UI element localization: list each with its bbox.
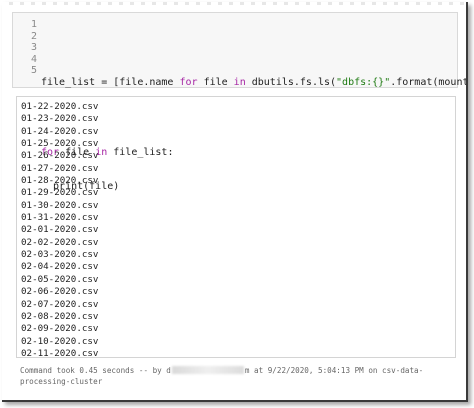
file-name-line: 02-06-2020.csv bbox=[21, 286, 99, 298]
torn-edge bbox=[2, 2, 466, 5]
file-name-line: 02-02-2020.csv bbox=[21, 236, 99, 248]
file-name-line: 02-07-2020.csv bbox=[21, 298, 99, 310]
command-status: Command took 0.45 seconds -- by dm at 9/… bbox=[20, 366, 460, 387]
file-name-line: 01-31-2020.csv bbox=[21, 212, 99, 224]
file-name-line: 02-04-2020.csv bbox=[21, 261, 99, 273]
file-name-line: 01-30-2020.csv bbox=[21, 199, 99, 211]
code-editor[interactable]: 1 2 3 4 5 ​ file_list = [file.name for f… bbox=[12, 12, 466, 192]
file-name-line: 02-05-2020.csv bbox=[21, 273, 99, 285]
file-name-line: 01-26-2020.csv bbox=[21, 150, 99, 162]
line-number-gutter: 1 2 3 4 5 bbox=[13, 19, 37, 77]
code-token: file_list = [file.name bbox=[41, 76, 180, 88]
file-list: 01-22-2020.csv 01-23-2020.csv 01-24-2020.c… bbox=[21, 101, 451, 358]
file-name-line: 01-29-2020.csv bbox=[21, 187, 99, 199]
line-number: 3 bbox=[30, 42, 37, 54]
code-line-2: file_list = [file.name for file in dbuti… bbox=[41, 76, 466, 89]
file-name-line: 01-24-2020.csv bbox=[21, 125, 99, 137]
line-number: 1 bbox=[30, 19, 37, 30]
file-name-line: 01-22-2020.csv bbox=[21, 101, 99, 112]
redacted-username bbox=[171, 366, 244, 374]
keyword-token: in bbox=[233, 76, 246, 88]
file-name-line: 02-10-2020.csv bbox=[21, 335, 99, 347]
file-name-line: 02-03-2020.csv bbox=[21, 249, 99, 261]
code-token: .format(mountPoint))] bbox=[390, 76, 468, 88]
line-number: 2 bbox=[30, 30, 37, 42]
status-text-start: Command took 0.45 seconds -- by d bbox=[20, 366, 171, 375]
file-name-line: 01-23-2020.csv bbox=[21, 113, 99, 125]
line-number: 5 bbox=[30, 65, 37, 77]
file-name-line: 01-27-2020.csv bbox=[21, 162, 99, 174]
code-token: dbutils.fs.ls( bbox=[245, 76, 337, 88]
file-name-line: 02-08-2020.csv bbox=[21, 310, 99, 322]
string-token: "dbfs:{}" bbox=[336, 76, 391, 88]
file-name-line: 02-11-2020.csv bbox=[21, 347, 99, 358]
file-name-line: 02-01-2020.csv bbox=[21, 224, 99, 236]
code-token: file bbox=[197, 76, 234, 88]
keyword-token: for bbox=[179, 76, 198, 88]
file-name-line: 01-25-2020.csv bbox=[21, 138, 99, 150]
file-name-line: 01-28-2020.csv bbox=[21, 175, 99, 187]
cell-output[interactable]: 01-22-2020.csv 01-23-2020.csv 01-24-2020.c… bbox=[16, 96, 456, 358]
line-number: 4 bbox=[30, 53, 37, 65]
code-line-1: ​ bbox=[41, 42, 453, 54]
notebook-cell-screenshot: 1 2 3 4 5 ​ file_list = [file.name for f… bbox=[2, 2, 468, 402]
file-name-line: 02-09-2020.csv bbox=[21, 323, 99, 335]
